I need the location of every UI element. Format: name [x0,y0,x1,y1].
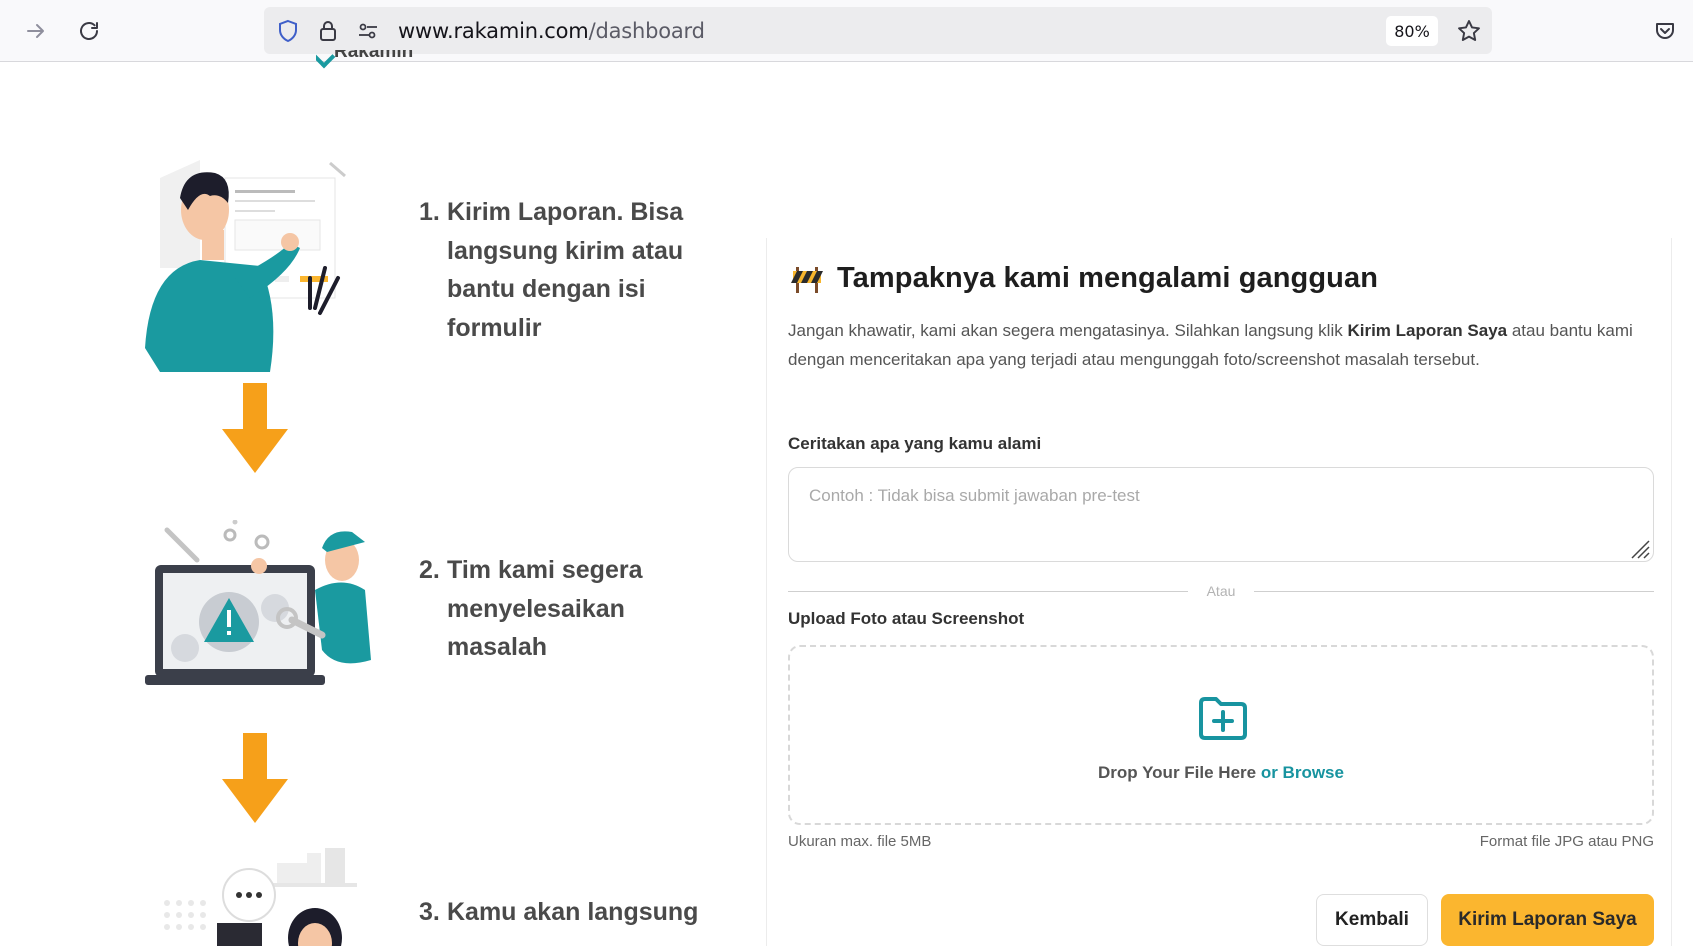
drop-text: Drop Your File Here or Browse [790,763,1652,783]
submit-report-button[interactable]: Kirim Laporan Saya [1441,894,1654,946]
back-button[interactable]: Kembali [1316,894,1428,946]
pocket-icon[interactable] [1646,12,1684,50]
story-label: Ceritakan apa yang kamu alami [788,434,1042,453]
step-3-number: 3. [419,898,440,926]
shield-icon[interactable] [276,19,300,43]
rakamin-logo[interactable]: Rakamin [316,50,413,70]
divider-line-right [1254,591,1654,592]
step-3-text: Kamu akan langsung [447,898,699,926]
address-bar[interactable]: www.rakamin.com/dashboard 80% [264,7,1492,54]
warning-barrier-icon [791,266,823,293]
step-3: 3. Kamu akan langsung [419,893,719,932]
browser-toolbar: www.rakamin.com/dashboard 80% [0,0,1693,62]
report-title-text: Tampaknya kami mengalami gangguan [837,262,1379,294]
forward-arrow-icon[interactable] [17,12,55,50]
upload-label: Upload Foto atau Screenshot [788,609,1025,628]
or-divider: Atau [788,583,1654,599]
format-hint: Format file JPG atau PNG [1479,833,1654,850]
report-description: Jangan khawatir, kami akan segera mengat… [788,316,1648,374]
step-2-number: 2. [419,556,440,584]
reload-icon[interactable] [70,12,108,50]
drop-label: Drop Your File Here [1098,763,1257,782]
file-dropzone[interactable]: Drop Your File Here or Browse [788,645,1654,825]
down-arrow-icon [222,733,288,823]
url-text[interactable]: www.rakamin.com/dashboard [398,19,705,43]
max-size-hint: Ukuran max. file 5MB [788,833,932,850]
report-card: Tampaknya kami mengalami gangguan Jangan… [766,238,1672,946]
url-path: /dashboard [588,19,705,43]
bookmark-star-icon[interactable] [1456,18,1482,44]
browse-link[interactable]: or Browse [1261,763,1344,782]
report-title: Tampaknya kami mengalami gangguan [791,262,1378,295]
folder-add-icon [1199,697,1247,740]
step-1-number: 1. [419,198,440,226]
notification-illustration [164,848,357,946]
permissions-icon[interactable] [356,19,380,43]
down-arrow-icon [222,383,288,473]
desc-text-before: Jangan khawatir, kami akan segera mengat… [788,321,1348,340]
step-2: 2. Tim kami segera menyelesaikan masalah [419,551,699,667]
story-textarea[interactable] [788,467,1654,562]
logo-text: Rakamin [316,50,413,63]
step-1: 1. Kirim Laporan. Bisa langsung kirim at… [419,193,699,347]
desc-bold-text: Kirim Laporan Saya [1347,321,1508,340]
lock-icon[interactable] [316,19,340,43]
report-form-illustration [145,150,363,372]
step-2-text: Tim kami segera menyelesaikan masalah [447,556,643,661]
step-1-text: Kirim Laporan. Bisa langsung kirim atau … [447,198,684,342]
zoom-level-badge[interactable]: 80% [1386,16,1438,46]
url-host: www.rakamin.com [398,19,589,43]
technician-illustration [145,520,371,685]
